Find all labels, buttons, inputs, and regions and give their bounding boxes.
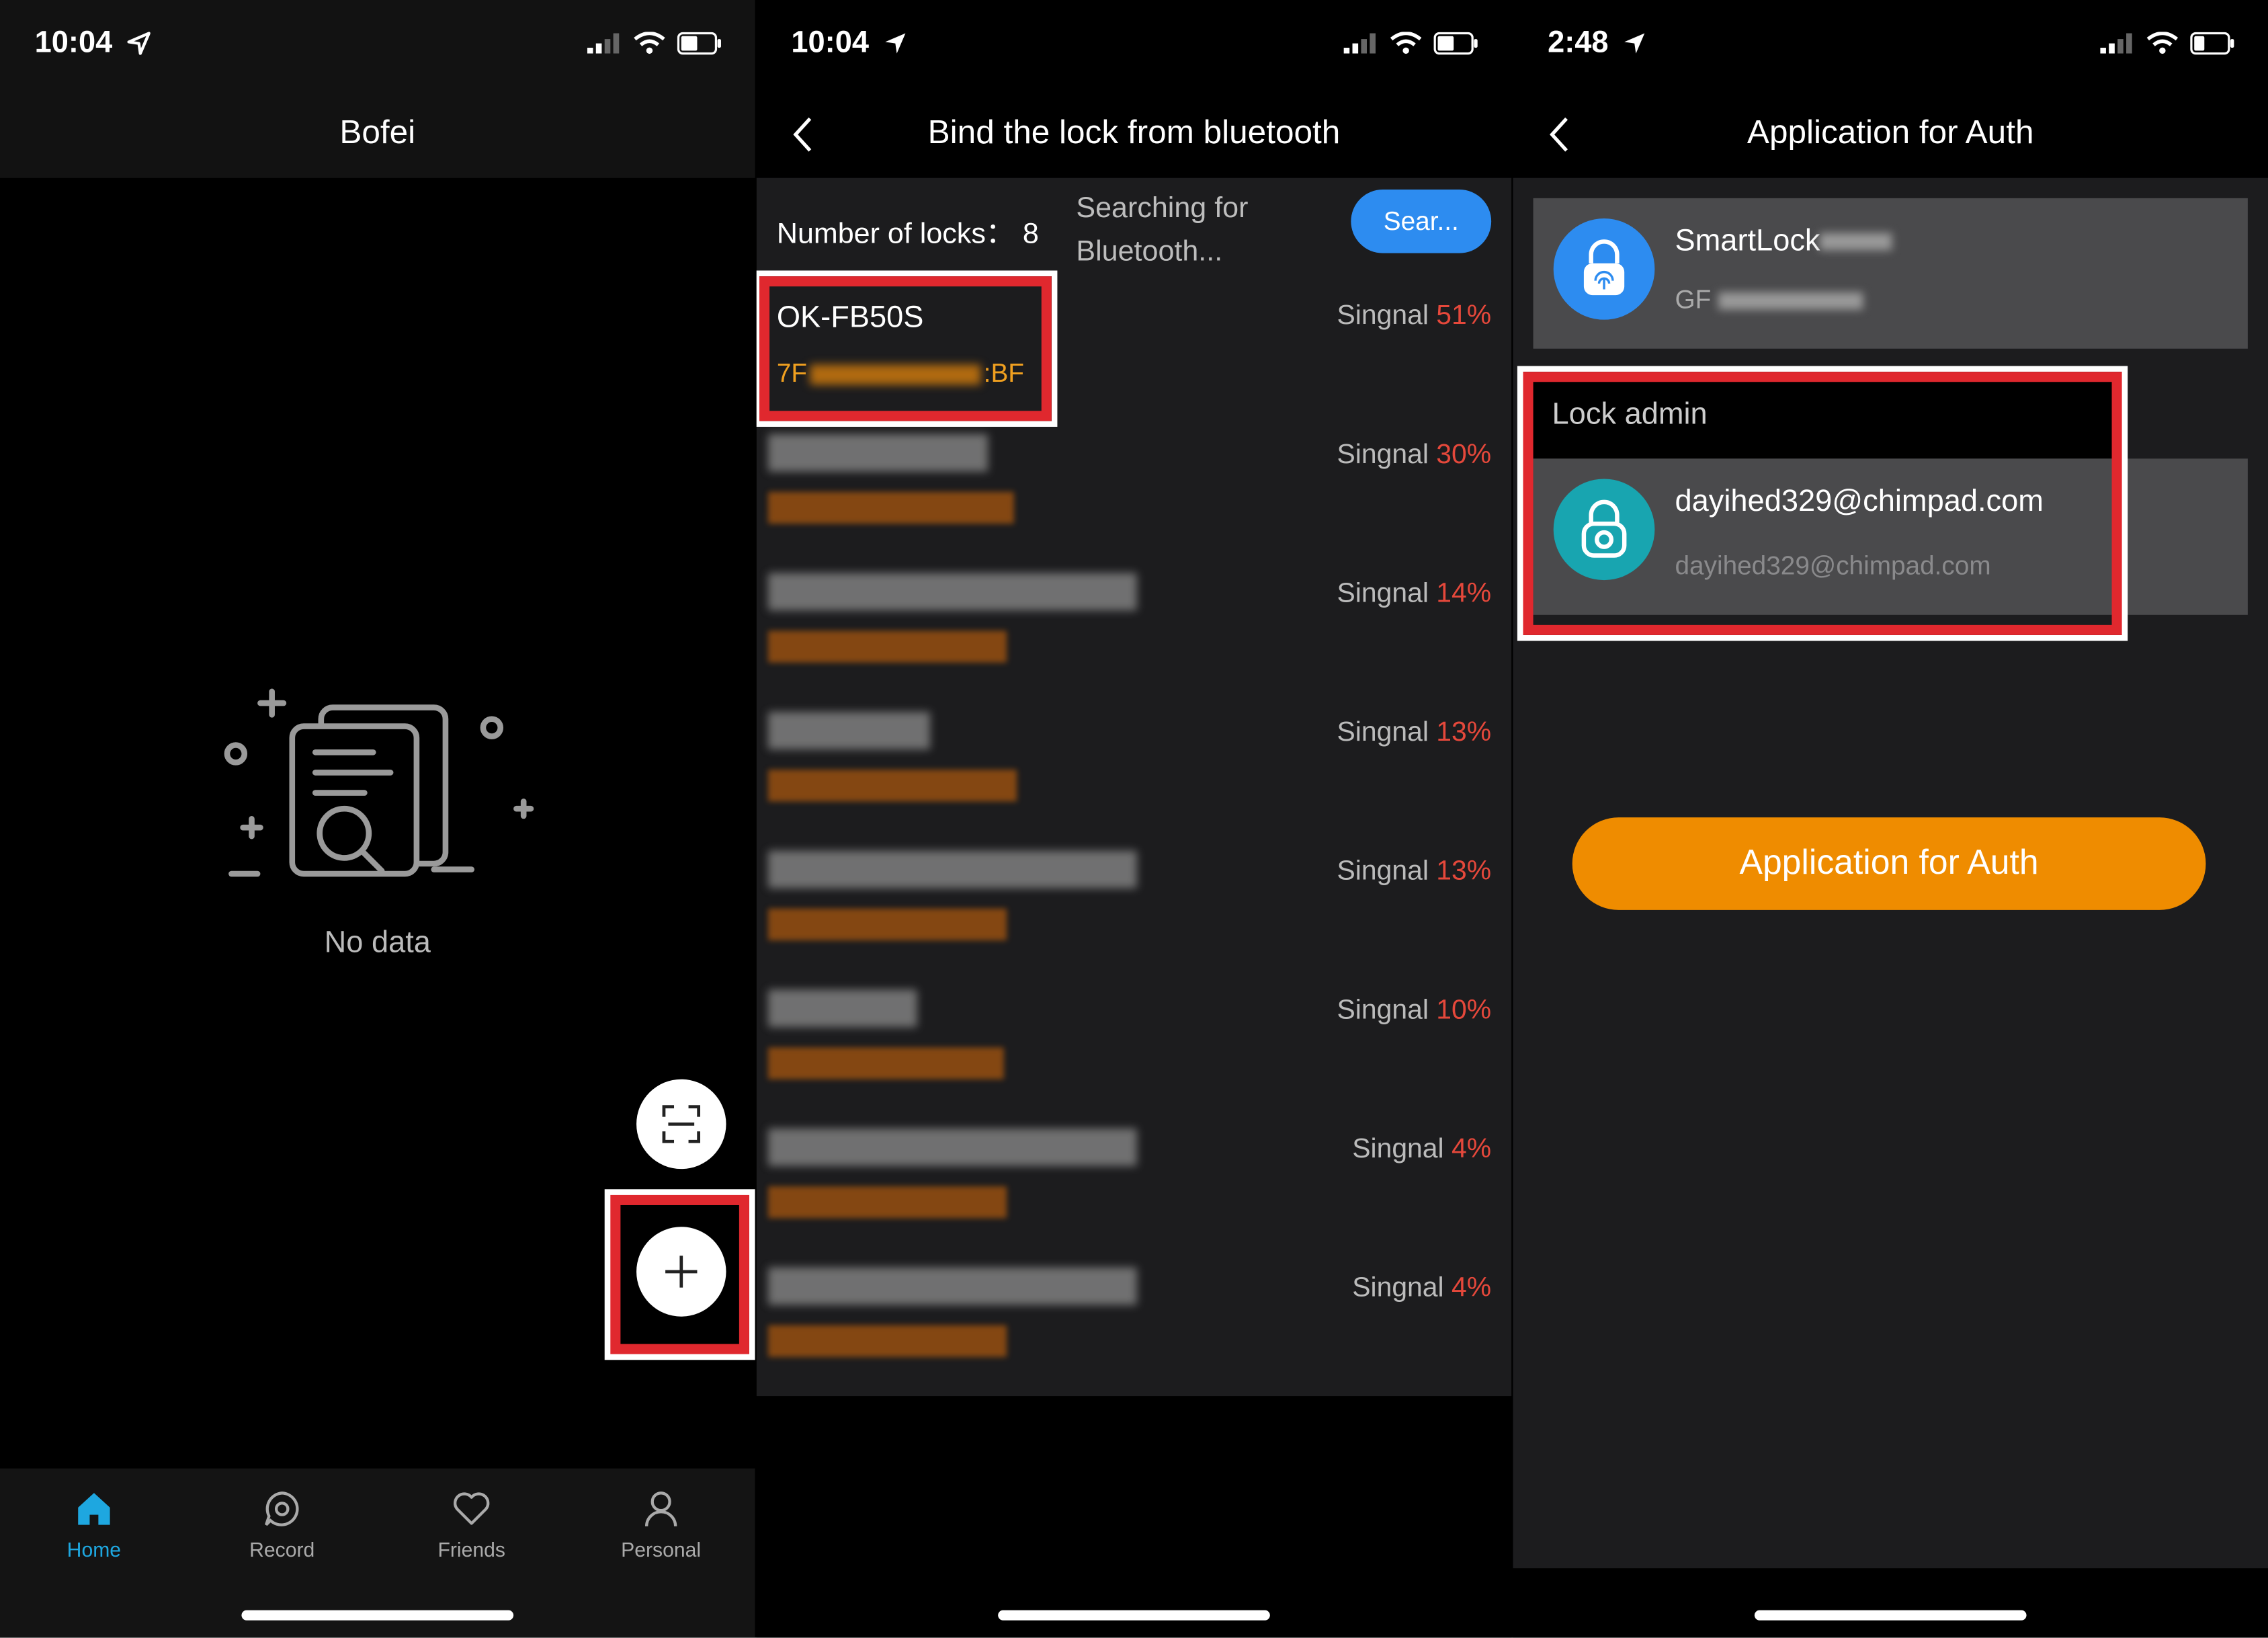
signal-strength: Singnal 13% bbox=[1337, 717, 1492, 748]
lock-id: GF bbox=[1675, 285, 1863, 315]
tab-record[interactable]: Record bbox=[188, 1489, 376, 1561]
no-data-illustration-icon bbox=[224, 688, 534, 877]
wifi-icon bbox=[634, 32, 665, 54]
status-time: 10:04 bbox=[791, 26, 869, 60]
blurred-lock-name bbox=[767, 1128, 1137, 1166]
home-indicator bbox=[241, 1610, 514, 1621]
signal-strength: Singnal 51% bbox=[1337, 300, 1492, 331]
list-item[interactable]: Singnal 10% bbox=[757, 964, 1512, 1103]
scan-icon bbox=[662, 1105, 700, 1143]
blurred-lock-mac bbox=[767, 1186, 1007, 1219]
list-item[interactable]: Singnal 4% bbox=[757, 1241, 1512, 1381]
plus-icon bbox=[665, 1256, 698, 1288]
home-indicator bbox=[998, 1610, 1270, 1621]
tab-home-label: Home bbox=[67, 1538, 122, 1561]
blurred-lock-mac bbox=[767, 630, 1007, 663]
blurred-lock-name bbox=[767, 1267, 1137, 1305]
record-icon bbox=[265, 1491, 299, 1526]
signal-strength: Singnal 4% bbox=[1352, 1134, 1492, 1165]
blurred-lock-name bbox=[767, 434, 989, 472]
battery-icon bbox=[1433, 32, 1478, 55]
tab-personal-label: Personal bbox=[621, 1538, 702, 1561]
tab-friends[interactable]: Friends bbox=[378, 1489, 566, 1561]
status-icons bbox=[1343, 32, 1480, 55]
empty-state-text: No data bbox=[324, 926, 431, 960]
signal-strength: Singnal 30% bbox=[1337, 440, 1492, 470]
battery-icon bbox=[2190, 32, 2234, 55]
lock-count: Number of locks： 8 bbox=[776, 218, 1039, 251]
application-for-auth-button[interactable]: Application for Auth bbox=[1572, 817, 2206, 910]
auth-body: SmartLock GF Lock admin dayihed329@chimp… bbox=[1513, 177, 2268, 1569]
status-time: 10:04 bbox=[34, 26, 113, 60]
location-arrow-icon bbox=[884, 34, 905, 54]
wifi-icon bbox=[2146, 32, 2179, 54]
page-title: Bofei bbox=[339, 112, 416, 151]
status-icons bbox=[587, 32, 723, 55]
blurred-lock-name bbox=[767, 989, 917, 1028]
list-item[interactable]: Singnal 14% bbox=[757, 547, 1512, 686]
list-item[interactable]: Singnal 13% bbox=[757, 825, 1512, 964]
blurred-lock-mac bbox=[767, 770, 1017, 802]
highlight-lock-admin bbox=[1523, 372, 2122, 635]
status-time: 2:48 bbox=[1548, 26, 1609, 60]
signal-strength: Singnal 10% bbox=[1337, 995, 1492, 1026]
cellular-signal-icon bbox=[2100, 33, 2132, 54]
home-indicator bbox=[1754, 1610, 2027, 1621]
signal-strength: Singnal 4% bbox=[1352, 1273, 1492, 1304]
cellular-signal-icon bbox=[587, 33, 620, 54]
highlight-first-lock bbox=[759, 276, 1052, 421]
searching-status: Searching for Bluetooth... bbox=[1076, 192, 1249, 268]
lock-card: SmartLock GF bbox=[1533, 198, 2248, 349]
scan-button[interactable] bbox=[636, 1079, 726, 1170]
blurred-lock-mac bbox=[767, 491, 1014, 524]
application-auth-screen: 2:48 Application for Auth SmartLock GF L… bbox=[1513, 0, 2268, 1638]
signal-strength: Singnal 14% bbox=[1337, 578, 1492, 610]
lock-name: SmartLock bbox=[1675, 224, 1893, 259]
status-icons bbox=[2100, 32, 2236, 55]
blurred-lock-mac bbox=[767, 1047, 1004, 1079]
lock-avatar bbox=[1553, 218, 1655, 320]
heart-icon bbox=[454, 1492, 490, 1525]
wifi-icon bbox=[1390, 32, 1422, 54]
blurred-lock-mac bbox=[767, 1325, 1007, 1357]
page-title: Application for Auth bbox=[1747, 112, 2034, 151]
tab-record-label: Record bbox=[249, 1538, 315, 1561]
tab-home[interactable]: Home bbox=[0, 1489, 188, 1561]
search-button[interactable]: Sear... bbox=[1351, 189, 1492, 253]
tab-bar: Home Record Friends Personal bbox=[0, 1468, 755, 1638]
home-screen: 10:04 Bofei No data Home Record Friends … bbox=[0, 0, 755, 1638]
location-arrow-icon bbox=[1624, 34, 1645, 54]
person-icon bbox=[644, 1491, 677, 1526]
blurred-lock-name bbox=[767, 850, 1137, 889]
bind-lock-screen: 10:04 Bind the lock from bluetooth Numbe… bbox=[756, 0, 1512, 1638]
battery-icon bbox=[677, 32, 721, 55]
blurred-lock-name bbox=[767, 573, 1137, 611]
location-arrow-icon bbox=[126, 32, 150, 56]
tab-friends-label: Friends bbox=[437, 1538, 505, 1561]
signal-strength: Singnal 13% bbox=[1337, 856, 1492, 887]
lock-list: Number of locks： 8 Searching for Bluetoo… bbox=[756, 177, 1512, 1397]
blurred-lock-name bbox=[767, 711, 931, 749]
fingerprint-lock-icon bbox=[1583, 239, 1625, 296]
list-item[interactable]: Singnal 30% bbox=[757, 408, 1512, 547]
home-icon bbox=[78, 1493, 110, 1525]
list-item[interactable]: Singnal 13% bbox=[757, 686, 1512, 825]
list-item[interactable]: Singnal 4% bbox=[757, 1102, 1512, 1241]
cellular-signal-icon bbox=[1343, 33, 1376, 54]
blurred-lock-mac bbox=[767, 908, 1007, 941]
tab-personal[interactable]: Personal bbox=[567, 1489, 755, 1561]
page-title: Bind the lock from bluetooth bbox=[927, 112, 1341, 151]
add-lock-button[interactable] bbox=[636, 1227, 726, 1317]
